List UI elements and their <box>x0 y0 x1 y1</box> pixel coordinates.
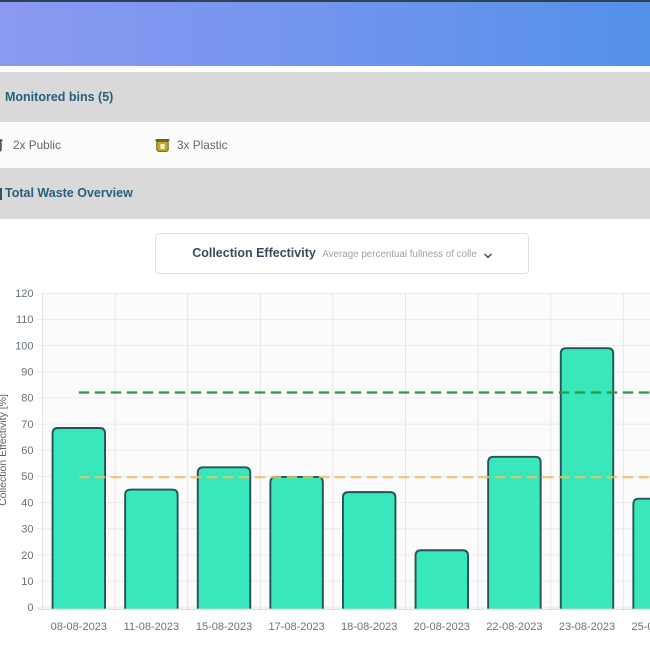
svg-text:110: 110 <box>16 314 34 326</box>
svg-text:20: 20 <box>21 550 33 562</box>
svg-text:18-08-2023: 18-08-2023 <box>341 621 397 633</box>
svg-text:15-08-2023: 15-08-2023 <box>196 621 252 633</box>
svg-text:120: 120 <box>15 288 33 300</box>
svg-text:20-08-2023: 20-08-2023 <box>414 621 470 633</box>
svg-text:100: 100 <box>15 340 33 352</box>
svg-text:22-08-2023: 22-08-2023 <box>486 621 542 633</box>
svg-text:10: 10 <box>21 576 33 588</box>
svg-text:80: 80 <box>21 393 33 405</box>
svg-text:60: 60 <box>21 445 33 457</box>
svg-text:11-08-2023: 11-08-2023 <box>124 621 179 633</box>
svg-text:25-08-2023: 25-08-2023 <box>631 621 650 633</box>
svg-text:08-08-2023: 08-08-2023 <box>51 621 107 633</box>
svg-text:17-08-2023: 17-08-2023 <box>268 621 324 633</box>
svg-text:0: 0 <box>27 602 33 614</box>
svg-text:50: 50 <box>21 471 33 483</box>
svg-text:23-08-2023: 23-08-2023 <box>559 621 615 633</box>
svg-text:70: 70 <box>21 419 33 431</box>
svg-text:90: 90 <box>21 367 33 379</box>
svg-text:Collection Effectivity [%]: Collection Effectivity [%] <box>0 394 9 506</box>
svg-text:40: 40 <box>21 497 33 509</box>
svg-text:30: 30 <box>21 524 33 536</box>
